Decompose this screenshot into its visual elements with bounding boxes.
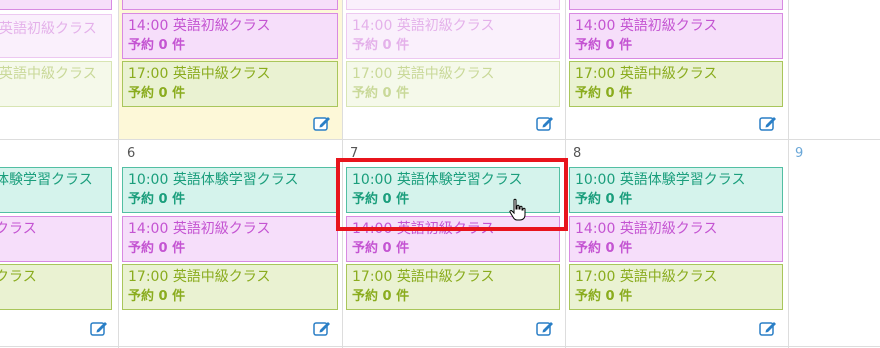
event-count: 予約 0 件 bbox=[575, 289, 633, 304]
edit-icon[interactable] bbox=[536, 320, 554, 336]
event-time-title: 14:00 英語初級クラス bbox=[575, 18, 718, 34]
edit-icon[interactable] bbox=[90, 320, 108, 336]
event-beginner-class[interactable]: 14:00 英語初級クラス 予約 0 件 bbox=[569, 13, 783, 59]
event-title: クラス bbox=[0, 269, 37, 285]
highlight-annotation bbox=[336, 158, 568, 231]
event-time-title: 14:00 英語初級クラス bbox=[575, 221, 718, 237]
event-count: 予約 0 件 bbox=[352, 86, 410, 101]
event-count: 予約 0 件 bbox=[128, 241, 186, 256]
event-count: 予約 0 件 bbox=[575, 241, 633, 256]
event-count: 予約 0 件 bbox=[128, 86, 186, 101]
edit-icon[interactable] bbox=[536, 115, 554, 131]
event-intermediate-partial[interactable]: クラス bbox=[0, 264, 112, 310]
event-intermediate-partial[interactable]: 英語中級クラス bbox=[0, 61, 112, 107]
event-time-title: 17:00 英語中級クラス bbox=[575, 269, 718, 285]
event-trial-class[interactable]: 10:00 英語体験学習クラス 予約 0 件 bbox=[569, 167, 783, 213]
event-count: 予約 0 件 bbox=[128, 289, 186, 304]
event-title: 体験学習クラス bbox=[0, 172, 93, 188]
edit-icon[interactable] bbox=[313, 320, 331, 336]
event-time-title: 17:00 英語中級クラス bbox=[352, 66, 495, 82]
week-divider bbox=[0, 346, 880, 347]
edit-icon[interactable] bbox=[759, 115, 777, 131]
day-number-9[interactable]: 9 bbox=[795, 146, 803, 161]
event-time-title: 14:00 英語初級クラス bbox=[352, 18, 495, 34]
event-count: 予約 0 件 bbox=[128, 38, 186, 53]
event-partial-top[interactable] bbox=[122, 0, 338, 10]
event-partial-top[interactable] bbox=[569, 0, 783, 10]
grid-line bbox=[788, 0, 789, 348]
event-beginner-class[interactable]: 14:00 英語初級クラス 予約 0 件 bbox=[569, 216, 783, 262]
event-beginner-class[interactable]: 14:00 英語初級クラス 予約 0 件 bbox=[122, 13, 338, 59]
event-beginner-partial[interactable]: クラス bbox=[0, 216, 112, 262]
event-count: 予約 0 件 bbox=[128, 192, 186, 207]
day-number-8[interactable]: 8 bbox=[573, 146, 581, 161]
event-intermediate-class[interactable]: 17:00 英語中級クラス 予約 0 件 bbox=[122, 264, 338, 310]
calendar-month-view: 英語初級クラス 英語中級クラス 14:00 英語初級クラス 予約 0 件 17:… bbox=[0, 0, 880, 348]
event-count: 予約 0 件 bbox=[575, 86, 633, 101]
event-trial-class[interactable]: 10:00 英語体験学習クラス 予約 0 件 bbox=[122, 167, 338, 213]
event-beginner-partial[interactable]: 英語初級クラス bbox=[0, 14, 112, 58]
event-beginner-partial[interactable] bbox=[0, 0, 112, 10]
event-intermediate-class[interactable]: 17:00 英語中級クラス 予約 0 件 bbox=[569, 264, 783, 310]
event-time-title: 14:00 英語初級クラス bbox=[128, 18, 271, 34]
event-time-title: 10:00 英語体験学習クラス bbox=[128, 172, 299, 188]
event-time-title: 17:00 英語中級クラス bbox=[128, 66, 271, 82]
event-intermediate-class[interactable]: 17:00 英語中級クラス 予約 0 件 bbox=[346, 264, 560, 310]
event-title: クラス bbox=[0, 221, 37, 237]
event-title: 英語初級クラス bbox=[0, 21, 97, 37]
event-time-title: 10:00 英語体験学習クラス bbox=[575, 172, 746, 188]
event-intermediate-class[interactable]: 17:00 英語中級クラス 予約 0 件 bbox=[122, 61, 338, 107]
day-number-6[interactable]: 6 bbox=[127, 146, 135, 161]
event-count: 予約 0 件 bbox=[575, 192, 633, 207]
edit-icon[interactable] bbox=[313, 115, 331, 131]
event-time-title: 14:00 英語初級クラス bbox=[128, 221, 271, 237]
event-count: 予約 0 件 bbox=[352, 241, 410, 256]
event-beginner-class[interactable]: 14:00 英語初級クラス 予約 0 件 bbox=[346, 13, 560, 59]
event-time-title: 17:00 英語中級クラス bbox=[128, 269, 271, 285]
week-divider bbox=[0, 139, 880, 140]
event-intermediate-class[interactable]: 17:00 英語中級クラス 予約 0 件 bbox=[346, 61, 560, 107]
event-title: 英語中級クラス bbox=[0, 66, 97, 82]
event-intermediate-class[interactable]: 17:00 英語中級クラス 予約 0 件 bbox=[569, 61, 783, 107]
event-count: 予約 0 件 bbox=[352, 289, 410, 304]
edit-icon[interactable] bbox=[759, 320, 777, 336]
event-count: 予約 0 件 bbox=[352, 38, 410, 53]
event-count: 予約 0 件 bbox=[575, 38, 633, 53]
hand-cursor-icon bbox=[509, 198, 526, 221]
event-time-title: 17:00 英語中級クラス bbox=[352, 269, 495, 285]
event-partial-top[interactable] bbox=[346, 0, 560, 10]
event-trial-partial[interactable]: 体験学習クラス bbox=[0, 167, 112, 213]
grid-line bbox=[118, 0, 119, 348]
event-time-title: 17:00 英語中級クラス bbox=[575, 66, 718, 82]
event-beginner-class[interactable]: 14:00 英語初級クラス 予約 0 件 bbox=[122, 216, 338, 262]
